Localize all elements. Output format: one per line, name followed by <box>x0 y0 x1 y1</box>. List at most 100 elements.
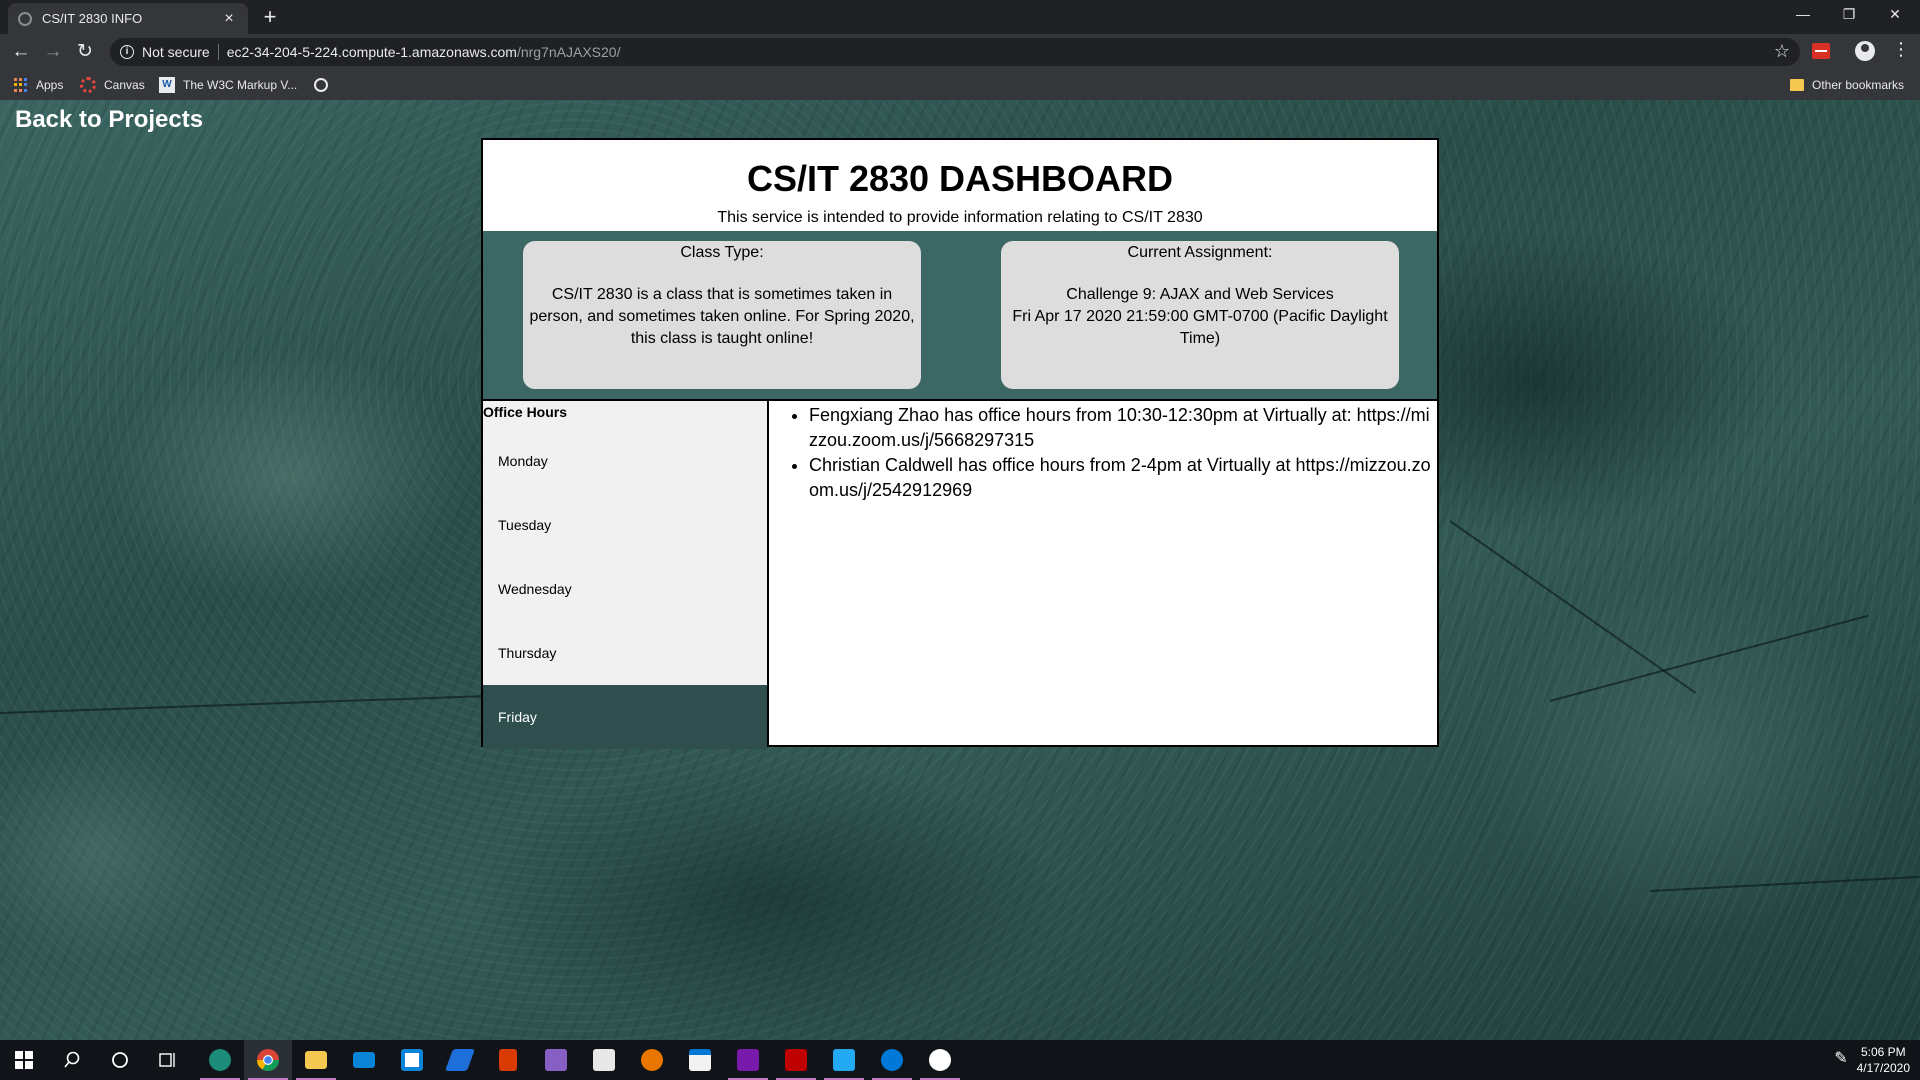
apps-grid-icon <box>14 78 28 92</box>
office-icon <box>499 1049 517 1071</box>
day-thursday[interactable]: Thursday <box>483 621 767 685</box>
bookmarks-bar: Apps Canvas W The W3C Markup V... Other … <box>0 70 1920 100</box>
windows-logo-icon <box>15 1051 33 1069</box>
day-wednesday[interactable]: Wednesday <box>483 557 767 621</box>
assignment-name: Challenge 9: AJAX and Web Services <box>1066 286 1334 303</box>
taskbar-office[interactable] <box>484 1040 532 1080</box>
app-wave-icon <box>444 1049 476 1071</box>
pen-ink-icon[interactable]: ✎ <box>1832 1050 1850 1068</box>
day-monday[interactable]: Monday <box>483 429 767 493</box>
bookmark-w3c[interactable]: W The W3C Markup V... <box>159 70 297 100</box>
taskbar-chrome[interactable] <box>244 1040 292 1080</box>
profile-avatar-icon[interactable] <box>1855 41 1875 61</box>
app-play-icon <box>593 1049 615 1071</box>
bookmark-label: Canvas <box>104 78 145 92</box>
search-button[interactable] <box>48 1040 96 1080</box>
taskbar-blender[interactable] <box>628 1040 676 1080</box>
app-tile-icon <box>401 1049 423 1071</box>
cortana-button[interactable] <box>96 1040 144 1080</box>
page-subtitle: This service is intended to provide info… <box>717 209 1203 226</box>
taskbar-edge[interactable] <box>868 1040 916 1080</box>
other-bookmarks[interactable]: Other bookmarks <box>1790 70 1904 100</box>
taskbar-visual-studio[interactable] <box>532 1040 580 1080</box>
info-icon[interactable]: i <box>120 45 134 59</box>
taskbar-app[interactable] <box>388 1040 436 1080</box>
other-bookmarks-label: Other bookmarks <box>1812 78 1905 92</box>
taskbar-app[interactable] <box>916 1040 964 1080</box>
task-view-icon <box>159 1053 175 1067</box>
bookmark-globe[interactable] <box>314 70 336 100</box>
marble-vein <box>1649 875 1920 892</box>
chrome-icon <box>257 1049 279 1071</box>
day-tuesday[interactable]: Tuesday <box>483 493 767 557</box>
reload-icon[interactable]: ↻ <box>72 39 98 65</box>
page-viewport: Back to Projects CS/IT 2830 DASHBOARD Th… <box>0 100 1920 1040</box>
address-bar[interactable]: i Not secure ec2-34-204-5-224.compute-1.… <box>110 38 1800 66</box>
marble-vein <box>0 693 520 714</box>
office-hours-title: Office Hours <box>483 404 568 420</box>
taskbar-filezilla[interactable] <box>772 1040 820 1080</box>
forward-arrow-icon[interactable]: → <box>40 39 66 65</box>
bookmark-apps[interactable]: Apps <box>14 70 63 100</box>
current-assignment-heading: Current Assignment: <box>1127 244 1273 261</box>
new-tab-button[interactable]: + <box>258 4 282 30</box>
current-assignment-body: Challenge 9: AJAX and Web Services Fri A… <box>1007 284 1393 350</box>
bookmark-canvas[interactable]: Canvas <box>80 70 145 100</box>
tab-close-icon[interactable]: × <box>220 10 238 28</box>
folder-icon <box>1790 79 1804 91</box>
window-minimize-button[interactable]: — <box>1780 0 1826 30</box>
security-label: Not secure <box>142 44 210 60</box>
dashboard-header: CS/IT 2830 DASHBOARD This service is int… <box>483 140 1437 231</box>
windows-taskbar: ✎ 5:06 PM 4/17/2020 <box>0 1040 1920 1080</box>
start-button[interactable] <box>0 1040 48 1080</box>
window-restore-button[interactable]: ❐ <box>1826 0 1872 30</box>
search-icon <box>64 1051 80 1068</box>
browser-tab-strip: CS/IT 2830 INFO × + — ❐ ✕ <box>0 0 1920 34</box>
tab-title: CS/IT 2830 INFO <box>42 11 143 26</box>
marble-vein <box>1449 520 1697 694</box>
visual-studio-icon <box>545 1049 567 1071</box>
tab-favicon-icon <box>18 11 32 26</box>
assignment-due-date: Fri Apr 17 2020 21:59:00 GMT-0700 (Pacif… <box>1012 308 1388 347</box>
onenote-icon <box>737 1049 759 1071</box>
filezilla-icon <box>785 1049 807 1071</box>
globe-icon <box>314 78 328 92</box>
office-hours-list: Fengxiang Zhao has office hours from 10:… <box>769 401 1437 745</box>
app-round-icon <box>929 1049 951 1071</box>
extension-icon[interactable] <box>1812 43 1830 59</box>
url-path: /nrg7nAJAXS20/ <box>516 44 621 60</box>
system-clock[interactable]: 5:06 PM 4/17/2020 <box>1857 1044 1910 1076</box>
edge-beta-icon <box>209 1049 231 1071</box>
back-arrow-icon[interactable]: ← <box>8 39 34 65</box>
day-friday[interactable]: Friday <box>483 685 767 749</box>
taskbar-onenote[interactable] <box>724 1040 772 1080</box>
class-type-card: Class Type: CS/IT 2830 is a class that i… <box>523 241 921 389</box>
task-view-button[interactable] <box>144 1040 192 1080</box>
taskbar-store[interactable] <box>676 1040 724 1080</box>
taskbar-vscode[interactable] <box>820 1040 868 1080</box>
vscode-icon <box>833 1049 855 1071</box>
taskbar-mail[interactable] <box>340 1040 388 1080</box>
page-title: CS/IT 2830 DASHBOARD <box>746 158 1174 199</box>
clock-time: 5:06 PM <box>1860 1045 1906 1059</box>
window-close-button[interactable]: ✕ <box>1872 0 1918 30</box>
edge-icon <box>881 1049 903 1071</box>
bookmark-label: Apps <box>36 78 64 92</box>
marble-vein <box>1549 614 1870 702</box>
address-separator <box>217 44 219 60</box>
browser-tab[interactable]: CS/IT 2830 INFO × <box>8 3 248 34</box>
bookmark-star-icon[interactable]: ☆ <box>1774 41 1790 62</box>
office-hours-entry: Fengxiang Zhao has office hours from 10:… <box>809 403 1431 453</box>
back-to-projects-link[interactable]: Back to Projects <box>15 106 203 134</box>
taskbar-app[interactable] <box>436 1040 484 1080</box>
taskbar-app[interactable] <box>580 1040 628 1080</box>
info-cards-band: Class Type: CS/IT 2830 is a class that i… <box>483 231 1437 399</box>
browser-toolbar: ← → ↻ i Not secure ec2-34-204-5-224.comp… <box>0 34 1920 70</box>
url-host: ec2-34-204-5-224.compute-1.amazonaws.com <box>226 44 517 60</box>
taskbar-file-explorer[interactable] <box>292 1040 340 1080</box>
taskbar-edge-beta[interactable] <box>196 1040 244 1080</box>
dashboard-panel: CS/IT 2830 DASHBOARD This service is int… <box>481 138 1439 749</box>
w3c-icon: W <box>159 77 175 93</box>
chrome-menu-icon[interactable]: ⋮ <box>1892 39 1910 60</box>
bookmark-label: The W3C Markup V... <box>183 78 298 92</box>
